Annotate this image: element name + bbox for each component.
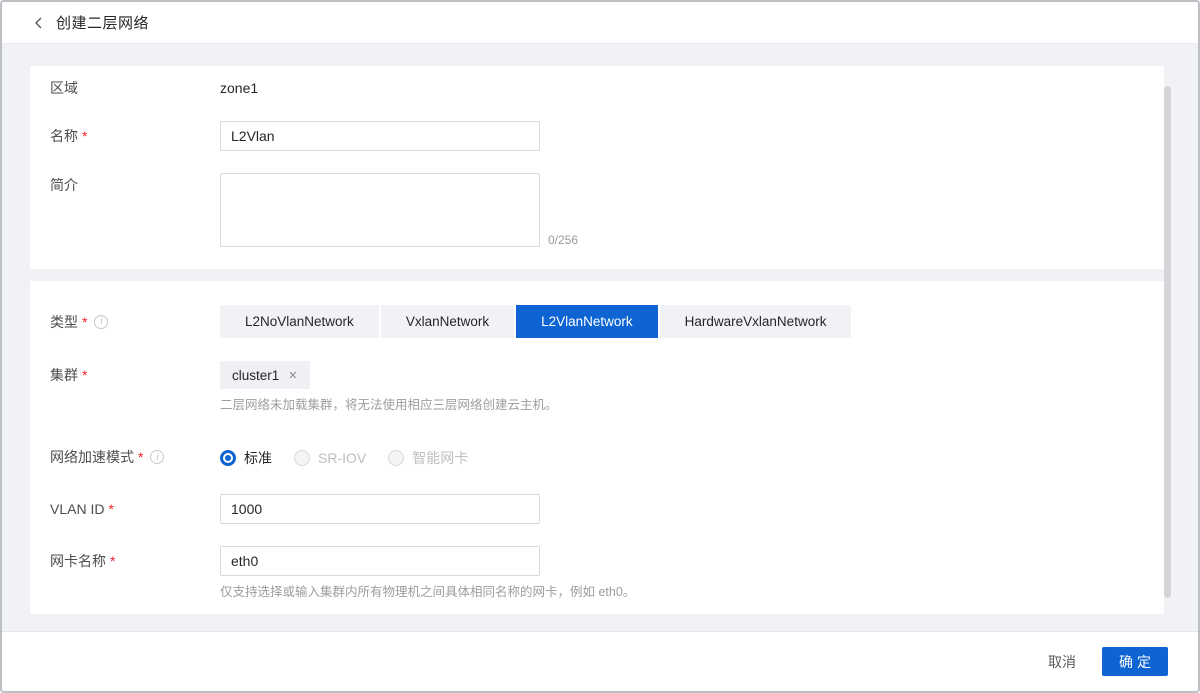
- type-label: 类型: [50, 312, 78, 332]
- type-button-group: L2NoVlanNetwork VxlanNetwork L2VlanNetwo…: [220, 305, 1164, 338]
- type-option-l2vlan[interactable]: L2VlanNetwork: [516, 305, 658, 338]
- cluster-row: 集群 * cluster1 ✕ 二层网络未加载集群，将无法使用相应三层网络创建云…: [30, 361, 1164, 413]
- radio-standard[interactable]: 标准: [220, 448, 272, 468]
- page-title: 创建二层网络: [56, 12, 149, 33]
- acceleration-mode-row: 网络加速模式 * i 标准 SR-IOV 智能网卡: [30, 448, 1164, 468]
- cluster-tag[interactable]: cluster1 ✕: [220, 361, 310, 389]
- info-icon: i: [94, 315, 108, 329]
- vlan-id-label: VLAN ID: [50, 501, 104, 517]
- char-counter: 0/256: [548, 233, 578, 247]
- name-input[interactable]: [220, 121, 540, 151]
- vlan-id-row: VLAN ID *: [30, 494, 1164, 524]
- create-l2-network-page: 创建二层网络 区域 zone1 名称 * 简介: [0, 0, 1200, 693]
- page-header: 创建二层网络: [2, 2, 1198, 44]
- acceleration-radio-group: 标准 SR-IOV 智能网卡: [220, 448, 1164, 468]
- network-config-panel: 类型 * i L2NoVlanNetwork VxlanNetwork L2Vl…: [30, 281, 1164, 614]
- radio-disabled-icon: [388, 450, 404, 466]
- radio-sriov: SR-IOV: [294, 450, 366, 466]
- required-mark: *: [82, 128, 87, 144]
- vertical-scrollbar[interactable]: [1164, 86, 1171, 598]
- nic-name-input[interactable]: [220, 546, 540, 576]
- nic-name-hint: 仅支持选择或输入集群内所有物理机之间具体相同名称的网卡，例如 eth0。: [220, 584, 1164, 600]
- type-option-vxlan[interactable]: VxlanNetwork: [381, 305, 514, 338]
- zone-value: zone1: [220, 80, 258, 96]
- info-icon: i: [150, 450, 164, 464]
- required-mark: *: [108, 501, 113, 517]
- required-mark: *: [82, 367, 87, 383]
- back-icon[interactable]: [32, 16, 46, 30]
- description-textarea[interactable]: [220, 173, 540, 247]
- close-icon[interactable]: ✕: [288, 369, 297, 382]
- type-option-hardwarevxlan[interactable]: HardwareVxlanNetwork: [660, 305, 852, 338]
- nic-name-label: 网卡名称: [50, 551, 106, 571]
- radio-checked-icon: [220, 450, 236, 466]
- radio-smartnic: 智能网卡: [388, 448, 468, 468]
- nic-name-row: 网卡名称 * 仅支持选择或输入集群内所有物理机之间具体相同名称的网卡，例如 et…: [30, 546, 1164, 600]
- name-label: 名称: [50, 126, 78, 146]
- required-mark: *: [110, 553, 115, 569]
- cluster-label: 集群: [50, 365, 78, 385]
- name-row: 名称 *: [30, 121, 1164, 151]
- required-mark: *: [82, 314, 87, 330]
- cluster-hint: 二层网络未加载集群，将无法使用相应三层网络创建云主机。: [220, 397, 1164, 413]
- zone-row: 区域 zone1: [30, 78, 1164, 99]
- cluster-tag-label: cluster1: [232, 368, 279, 383]
- basic-info-panel: 区域 zone1 名称 * 简介 0/256: [30, 66, 1164, 269]
- footer-bar: 取消 确定: [2, 631, 1198, 691]
- cancel-button[interactable]: 取消: [1048, 652, 1076, 672]
- type-option-l2novlan[interactable]: L2NoVlanNetwork: [220, 305, 379, 338]
- radio-disabled-icon: [294, 450, 310, 466]
- vlan-id-input[interactable]: [220, 494, 540, 524]
- description-label: 简介: [50, 175, 78, 195]
- description-row: 简介 0/256: [30, 173, 1164, 247]
- type-row: 类型 * i L2NoVlanNetwork VxlanNetwork L2Vl…: [30, 305, 1164, 338]
- ok-button[interactable]: 确定: [1102, 647, 1168, 676]
- acceleration-mode-label: 网络加速模式: [50, 447, 134, 467]
- zone-label: 区域: [50, 78, 78, 98]
- required-mark: *: [138, 449, 143, 465]
